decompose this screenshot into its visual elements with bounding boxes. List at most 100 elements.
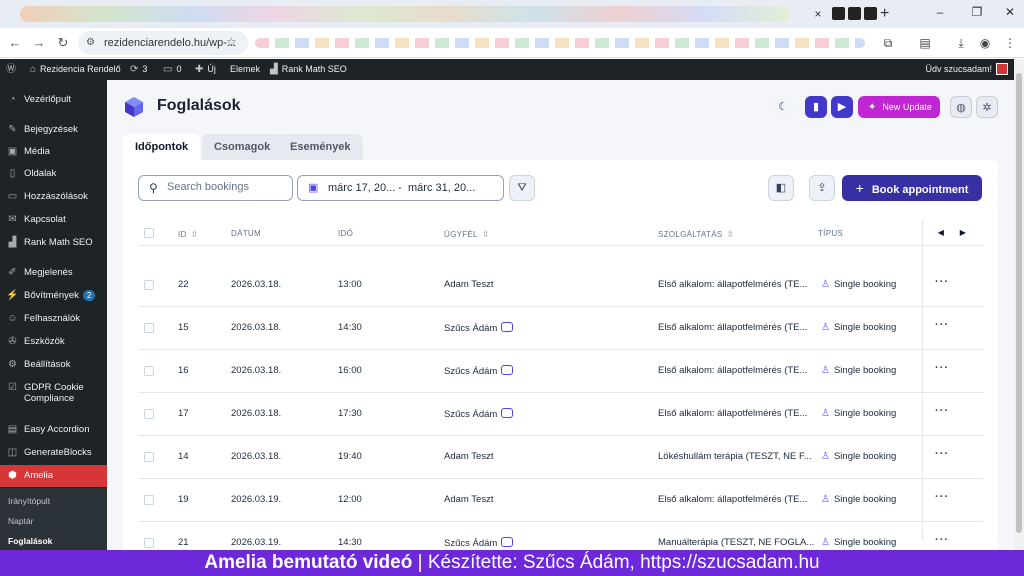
close-tab-icon[interactable]: × [810, 6, 826, 22]
language-globe-icon[interactable]: ◍ [950, 96, 972, 118]
updates-link[interactable]: ⟳ 3 [130, 59, 147, 80]
book-appointment-button[interactable]: + Book appointment [842, 175, 982, 201]
forward-icon[interactable]: → [30, 34, 48, 52]
menu-icon[interactable]: ⋮ [1002, 35, 1018, 51]
bookmark-star-icon[interactable]: ☆ [226, 35, 237, 49]
row-actions-button[interactable]: ··· [935, 362, 949, 374]
video-icon[interactable]: ▶ [831, 96, 853, 118]
table-row[interactable]: 16 2026.03.18. 16:00 Szűcs Ádám Első alk… [138, 350, 983, 393]
row-checkbox[interactable] [144, 538, 154, 548]
sidebar-item-easy-accordion[interactable]: ▤ Easy Accordion [0, 419, 107, 441]
sidebar-item-plugins[interactable]: ⚡ Bővítmények 2 [0, 285, 107, 307]
row-client[interactable]: Szűcs Ádám [444, 365, 514, 377]
new-update-button[interactable]: ✦ New Update [858, 96, 940, 118]
row-checkbox[interactable] [144, 366, 154, 376]
blurred-tabs[interactable] [20, 6, 790, 22]
scroll-right-icon[interactable]: ▶ [956, 226, 970, 240]
download-icon[interactable]: ⤓ [953, 35, 969, 51]
sidebar-item-media[interactable]: ▣ Média [0, 141, 107, 163]
note-icon[interactable] [501, 537, 514, 547]
row-client[interactable]: Adam Teszt [444, 451, 493, 462]
row-client[interactable]: Szűcs Ádám [444, 322, 514, 334]
row-checkbox[interactable] [144, 452, 154, 462]
extensions-icon[interactable]: ⧉ [880, 35, 896, 51]
scroll-left-icon[interactable]: ◀ [934, 226, 948, 240]
table-row[interactable]: 14 2026.03.18. 19:40 Adam Teszt Lökéshul… [138, 436, 983, 479]
dark-mode-icon[interactable]: ☾ [772, 96, 794, 118]
wordpress-logo-icon[interactable]: Ⓦ [6, 59, 20, 80]
table-row[interactable]: 22 2026.03.18. 13:00 Adam Teszt Első alk… [138, 264, 983, 307]
search-input[interactable] [167, 181, 287, 193]
col-service[interactable]: SZOLGÁLTATÁS ⇳ [658, 229, 734, 240]
sidebar-item-gdpr[interactable]: ☑ GDPR Cookie Compliance [0, 377, 107, 407]
row-client[interactable]: Adam Teszt [444, 494, 493, 505]
reading-list-icon[interactable]: ▤ [917, 35, 933, 51]
row-actions-button[interactable]: ··· [935, 319, 949, 331]
table-row[interactable]: 17 2026.03.18. 17:30 Szűcs Ádám Első alk… [138, 393, 983, 436]
new-tab-button[interactable]: + [880, 5, 889, 23]
docs-book-icon[interactable]: ▮ [805, 96, 827, 118]
row-client[interactable]: Adam Teszt [444, 279, 493, 290]
col-id[interactable]: ID ⇳ [178, 229, 198, 240]
sidebar-item-rankmath[interactable]: ▟ Rank Math SEO [0, 232, 107, 254]
tab-appointments[interactable]: Időpontok [123, 134, 201, 160]
sidebar-item-pages[interactable]: ▯ Oldalak [0, 163, 107, 185]
scrollbar-thumb[interactable] [1016, 73, 1022, 533]
sidebar-item-settings[interactable]: ⚙ Beállítások [0, 354, 107, 376]
row-actions-button[interactable]: ··· [935, 491, 949, 503]
tab-packages[interactable]: Csomagok [202, 134, 283, 160]
select-all-checkbox[interactable] [144, 228, 154, 238]
table-row[interactable]: 19 2026.03.19. 12:00 Adam Teszt Első alk… [138, 479, 983, 522]
page-scrollbar[interactable] [1014, 59, 1024, 550]
row-checkbox[interactable] [144, 323, 154, 333]
table-row[interactable]: 21 2026.03.19. 14:30 Szűcs Ádám Manuálte… [138, 522, 983, 550]
export-button[interactable]: ⇪ [809, 175, 835, 201]
sidebar-item-amelia[interactable]: ⬢ Amelia [0, 465, 107, 487]
note-icon[interactable] [501, 322, 514, 332]
avatar[interactable] [996, 63, 1008, 75]
maximize-icon[interactable]: ❐ [967, 5, 987, 19]
row-checkbox[interactable] [144, 495, 154, 505]
submenu-bookings[interactable]: Foglalások [8, 536, 52, 546]
profile-icon[interactable]: ◉ [977, 35, 993, 51]
filter-button[interactable]: ⛛ [509, 175, 535, 201]
rankmath-link[interactable]: ▟ Rank Math SEO [270, 59, 347, 80]
close-window-icon[interactable]: ✕ [1000, 5, 1020, 19]
sidebar-item-contact[interactable]: ✉ Kapcsolat [0, 209, 107, 231]
elements-link[interactable]: Elemek [230, 59, 260, 80]
sidebar-item-posts[interactable]: ✎ Bejegyzések [0, 119, 107, 141]
reload-icon[interactable]: ↻ [54, 34, 72, 52]
sidebar-item-tools[interactable]: ✇ Eszközök [0, 331, 107, 353]
new-content-link[interactable]: ✚ Új [195, 59, 216, 80]
row-actions-button[interactable]: ··· [935, 405, 949, 417]
row-checkbox[interactable] [144, 280, 154, 290]
comments-link[interactable]: ▭ 0 [163, 59, 181, 80]
greeting-link[interactable]: Üdv szucsadam! [925, 59, 992, 80]
submenu-dashboard[interactable]: Irányítópult [8, 496, 50, 506]
sidebar-item-comments[interactable]: ▭ Hozzászólások [0, 186, 107, 208]
row-actions-button[interactable]: ··· [935, 276, 949, 288]
note-icon[interactable] [501, 408, 514, 418]
submenu-calendar[interactable]: Naptár [8, 516, 34, 526]
row-actions-button[interactable]: ··· [935, 534, 949, 546]
minimize-icon[interactable]: – [930, 5, 950, 19]
row-checkbox[interactable] [144, 409, 154, 419]
table-row[interactable]: 15 2026.03.18. 14:30 Szűcs Ádám Első alk… [138, 307, 983, 350]
tab-favicon[interactable] [864, 7, 877, 20]
note-icon[interactable] [501, 365, 514, 375]
row-actions-button[interactable]: ··· [935, 448, 949, 460]
col-client[interactable]: ÜGYFÉL ⇳ [444, 229, 490, 240]
sidebar-item-appearance[interactable]: ✐ Megjelenés [0, 262, 107, 284]
row-client[interactable]: Szűcs Ádám [444, 408, 514, 420]
date-range-picker[interactable]: ▣ márc 17, 20... - márc 31, 20... [297, 175, 504, 201]
sidebar-item-users[interactable]: ☺ Felhasználók [0, 308, 107, 330]
site-name-link[interactable]: ⌂ Rezidencia Rendelő [30, 59, 121, 80]
tab-events[interactable]: Események [278, 134, 363, 160]
tab-favicon[interactable] [832, 7, 845, 20]
sidebar-item-generateblocks[interactable]: ◫ GenerateBlocks [0, 442, 107, 464]
site-info-icon[interactable]: ⚙ [86, 37, 95, 48]
back-icon[interactable]: ← [6, 34, 24, 52]
row-client[interactable]: Szűcs Ádám [444, 537, 514, 549]
sidebar-item-dashboard[interactable]: ◔ Vezérlőpult [0, 89, 107, 111]
tab-favicon[interactable] [848, 7, 861, 20]
